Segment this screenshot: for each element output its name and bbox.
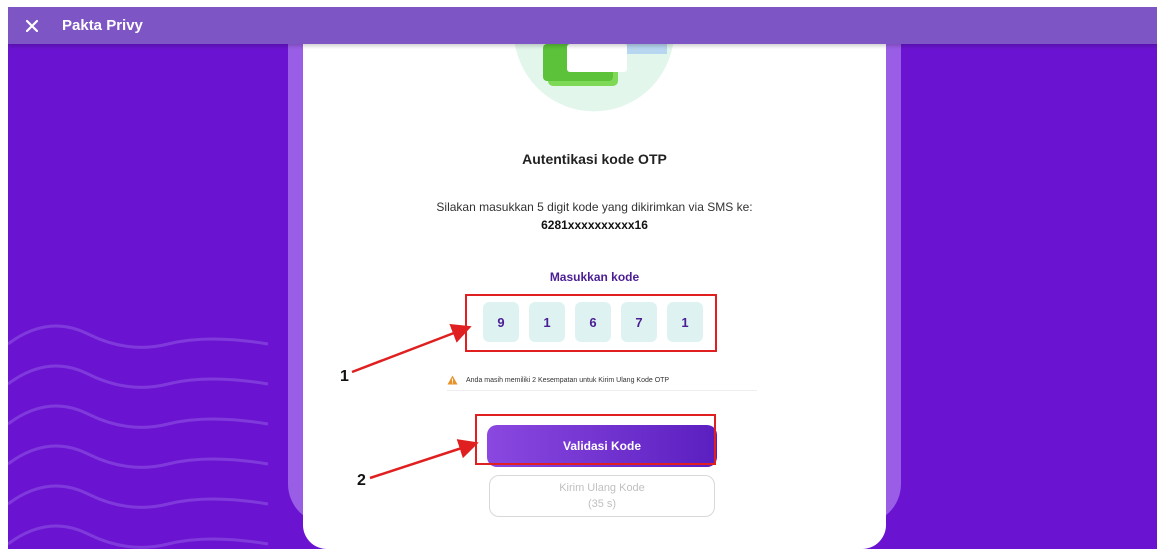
warning-text: Anda masih memiliki 2 Kesempatan untuk K… — [466, 376, 670, 384]
close-icon — [25, 19, 39, 32]
close-button[interactable] — [22, 16, 42, 36]
sms-illustration — [514, 44, 674, 112]
top-bar: Pakta Privy — [8, 7, 1157, 44]
code-input-label: Masukkan kode — [549, 270, 640, 284]
app-title: Pakta Privy — [62, 17, 143, 34]
resend-warning: Anda masih memiliki 2 Kesempatan untuk K… — [447, 370, 757, 391]
highlight-validate-button — [475, 414, 716, 465]
warning-triangle-icon — [447, 375, 458, 385]
highlight-otp-inputs — [465, 294, 717, 352]
annotation-marker-2: 2 — [357, 472, 366, 489]
resend-code-button[interactable]: Kirim Ulang Kode (35 s) — [489, 475, 715, 517]
resend-label: Kirim Ulang Kode — [559, 482, 645, 494]
instruction-text: Silakan masukkan 5 digit kode yang dikir… — [436, 200, 753, 214]
app-window: Pakta Privy Autentikasi kode OTP Silakan… — [8, 7, 1157, 549]
phone-number: 6281xxxxxxxxxx16 — [541, 218, 648, 232]
resend-countdown: (35 s) — [587, 498, 617, 510]
page-heading: Autentikasi kode OTP — [522, 151, 667, 167]
annotation-marker-1: 1 — [340, 368, 349, 385]
